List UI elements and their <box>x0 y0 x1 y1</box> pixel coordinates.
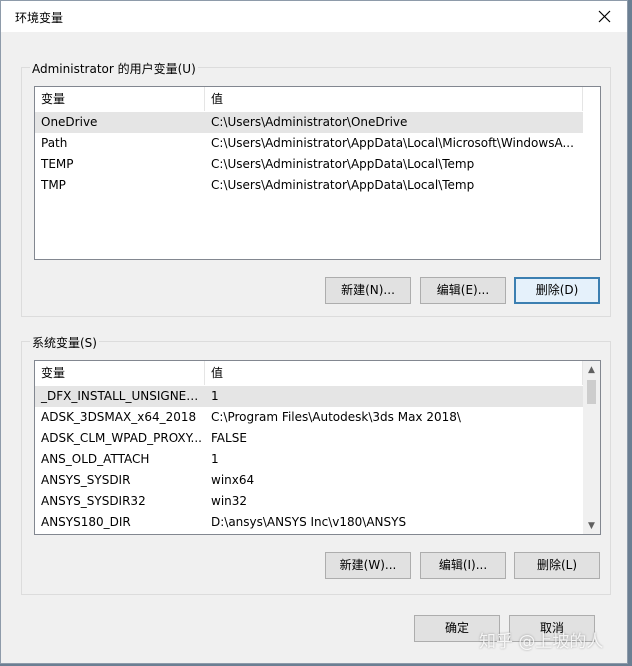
variable-value: 1 <box>211 389 219 403</box>
user-variables-label: Administrator 的用户变量(U) <box>30 60 198 77</box>
column-header-value[interactable]: 值 <box>205 87 583 111</box>
close-icon <box>598 10 611 23</box>
variable-name: ANSYS_SYSDIR32 <box>41 494 146 508</box>
variable-name: ADSK_CLM_WPAD_PROXY... <box>41 431 202 445</box>
variable-name: ANS_OLD_ATTACH <box>41 452 150 466</box>
column-header-variable[interactable]: 变量 <box>35 87 205 111</box>
window-title: 环境变量 <box>15 11 64 25</box>
close-button[interactable] <box>582 1 627 32</box>
scroll-down-icon[interactable]: ▼ <box>583 517 600 534</box>
table-row[interactable]: Path C:\Users\Administrator\AppData\Loca… <box>35 133 583 154</box>
table-row[interactable]: ADSK_3DSMAX_x64_2018 C:\Program Files\Au… <box>35 407 583 428</box>
variable-value: C:\Users\Administrator\OneDrive <box>211 115 408 129</box>
user-new-button[interactable]: 新建(N)... <box>325 277 411 304</box>
variable-name: TEMP <box>41 157 74 171</box>
table-row[interactable]: TMP C:\Users\Administrator\AppData\Local… <box>35 175 583 196</box>
scroll-up-icon[interactable]: ▲ <box>583 361 600 378</box>
user-delete-button[interactable]: 删除(D) <box>514 277 600 304</box>
table-row[interactable]: _DFX_INSTALL_UNSIGNED... 1 <box>35 386 583 407</box>
table-row[interactable]: ANSYS180_DIR D:\ansys\ANSYS Inc\v180\ANS… <box>35 512 583 533</box>
system-delete-button[interactable]: 删除(L) <box>514 552 600 579</box>
environment-variables-dialog: 环境变量 Administrator 的用户变量(U) 变量 值 OneDriv… <box>0 0 628 664</box>
variable-value: FALSE <box>211 431 247 445</box>
variable-name: ADSK_3DSMAX_x64_2018 <box>41 410 197 424</box>
system-edit-button[interactable]: 编辑(I)... <box>420 552 506 579</box>
variable-name: Path <box>41 136 68 150</box>
title-bar[interactable]: 环境变量 <box>1 1 627 32</box>
column-header-value[interactable]: 值 <box>205 361 583 385</box>
variable-value: C:\Users\Administrator\AppData\Local\Mic… <box>211 136 574 150</box>
system-variables-header: 变量 值 <box>35 361 583 385</box>
variable-value: C:\Users\Administrator\AppData\Local\Tem… <box>211 157 475 171</box>
variable-name: TMP <box>41 178 66 192</box>
system-list-scrollbar[interactable]: ▲ ▼ <box>583 361 600 534</box>
variable-name: ANSYS_SYSDIR <box>41 473 131 487</box>
scroll-thumb[interactable] <box>587 380 596 404</box>
table-row[interactable]: ANSYS_SYSDIR32 win32 <box>35 491 583 512</box>
variable-value: winx64 <box>211 473 255 487</box>
table-row[interactable]: ANS_OLD_ATTACH 1 <box>35 449 583 470</box>
watermark: 知乎 @上坡的人 <box>479 632 604 652</box>
variable-value: C:\Program Files\Autodesk\3ds Max 2018\ <box>211 410 461 424</box>
variable-value: 1 <box>211 452 219 466</box>
user-variables-list[interactable]: 变量 值 OneDrive C:\Users\Administrator\One… <box>34 86 601 260</box>
variable-value: D:\ansys\ANSYS Inc\v180\ANSYS <box>211 515 407 529</box>
user-edit-button[interactable]: 编辑(E)... <box>420 277 506 304</box>
table-row[interactable]: ANSYS_SYSDIR winx64 <box>35 470 583 491</box>
system-variables-label: 系统变量(S) <box>30 334 99 351</box>
column-header-variable[interactable]: 变量 <box>35 361 205 385</box>
table-row[interactable]: TEMP C:\Users\Administrator\AppData\Loca… <box>35 154 583 175</box>
system-variables-list[interactable]: 变量 值 _DFX_INSTALL_UNSIGNED... 1 ADSK_3DS… <box>34 360 601 535</box>
variable-name: OneDrive <box>41 115 98 129</box>
variable-name: _DFX_INSTALL_UNSIGNED... <box>41 389 205 403</box>
system-new-button[interactable]: 新建(W)... <box>325 552 411 579</box>
variable-value: C:\Users\Administrator\AppData\Local\Tem… <box>211 178 475 192</box>
table-row[interactable]: OneDrive C:\Users\Administrator\OneDrive <box>35 112 583 133</box>
variable-value: win32 <box>211 494 248 508</box>
user-variables-header: 变量 值 <box>35 87 583 111</box>
table-row[interactable]: ADSK_CLM_WPAD_PROXY... FALSE <box>35 428 583 449</box>
variable-name: ANSYS180_DIR <box>41 515 131 529</box>
